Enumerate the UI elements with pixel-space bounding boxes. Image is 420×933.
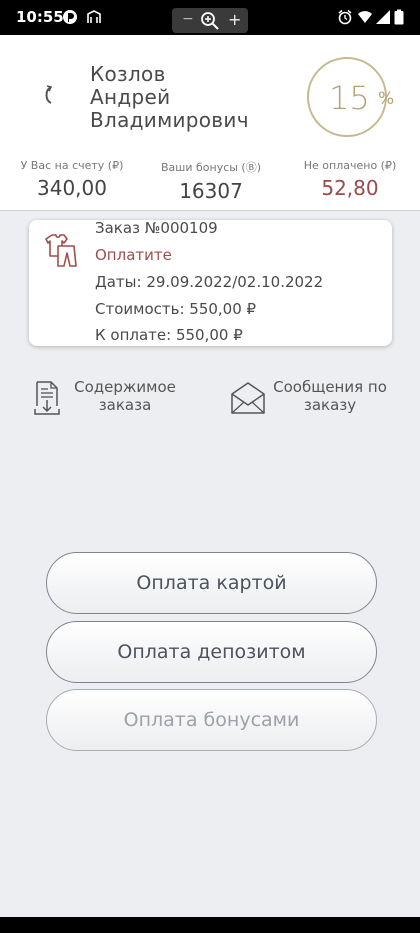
unpaid-label: Не оплачено (₽) — [303, 159, 397, 172]
client-first-name: Андрей — [90, 85, 171, 109]
discount-unit: % — [378, 89, 395, 109]
client-middle-name: Владимирович — [90, 108, 249, 132]
status-bar: 10:55 − + — [0, 0, 420, 35]
zoom-out-icon[interactable]: − — [182, 11, 194, 27]
balance-label: У Вас на счету (₽) — [20, 159, 124, 172]
order-number: Заказ №000109 — [95, 219, 218, 237]
order-messages-label-line2: заказу — [303, 396, 357, 414]
client-last-name: Козлов — [90, 62, 166, 86]
order-contents-button[interactable]: Содержимое заказа — [32, 378, 182, 422]
pay-by-card-button[interactable]: Оплата картой — [46, 552, 377, 614]
clothes-notification-icon — [87, 10, 101, 23]
battery-icon — [394, 9, 404, 25]
wifi-icon — [358, 11, 372, 23]
bonus-label: Ваши бонусы (Ⓑ) — [160, 161, 262, 174]
unpaid-stat: Не оплачено (₽) 52,80 — [280, 159, 420, 200]
bonus-stat: Ваши бонусы (Ⓑ) 16307 — [141, 159, 281, 203]
client-name: Козлов Андрей Владимирович — [90, 63, 300, 132]
pay-by-bonus-button[interactable]: Оплата бонусами — [46, 689, 377, 751]
order-contents-label-line1: Содержимое — [74, 378, 176, 396]
profile-header: Козлов Андрей Владимирович 15 % У Вас на… — [0, 35, 420, 211]
bonus-value: 16307 — [179, 179, 243, 203]
order-contents-label-line2: заказа — [98, 396, 152, 414]
zoom-magnifier-icon — [201, 12, 219, 30]
clothes-icon — [45, 234, 77, 267]
document-download-icon — [34, 381, 60, 415]
order-messages-button[interactable]: Сообщения по заказу — [230, 378, 390, 422]
unpaid-value: 52,80 — [321, 176, 379, 200]
balance-stat: У Вас на счету (₽) 340,00 — [2, 159, 142, 200]
navigation-bar — [0, 917, 420, 933]
status-time: 10:55 — [16, 8, 64, 26]
order-to-pay: К оплате: 550,00 ₽ — [95, 326, 243, 344]
order-card[interactable]: Заказ №000109 Оплатите Даты: 29.09.2022/… — [29, 219, 392, 346]
discount-value: 15 — [329, 79, 370, 117]
order-dates: Даты: 29.09.2022/02.10.2022 — [95, 273, 324, 291]
order-status: Оплатите — [95, 246, 172, 264]
signal-icon — [376, 10, 390, 24]
alarm-icon — [338, 9, 352, 25]
order-messages-label-line1: Сообщения по — [273, 378, 387, 396]
back-arrow-icon[interactable] — [38, 83, 58, 107]
zoom-control[interactable]: − + — [172, 8, 248, 33]
order-cost: Стоимость: 550,00 ₽ — [95, 300, 257, 318]
balance-value: 340,00 — [37, 176, 107, 200]
envelope-icon — [231, 382, 265, 414]
zoom-in-icon[interactable]: + — [228, 10, 241, 29]
discount-badge: 15 % — [307, 57, 394, 137]
app-notification-icon — [63, 10, 77, 24]
pay-by-deposit-button[interactable]: Оплата депозитом — [46, 621, 377, 683]
